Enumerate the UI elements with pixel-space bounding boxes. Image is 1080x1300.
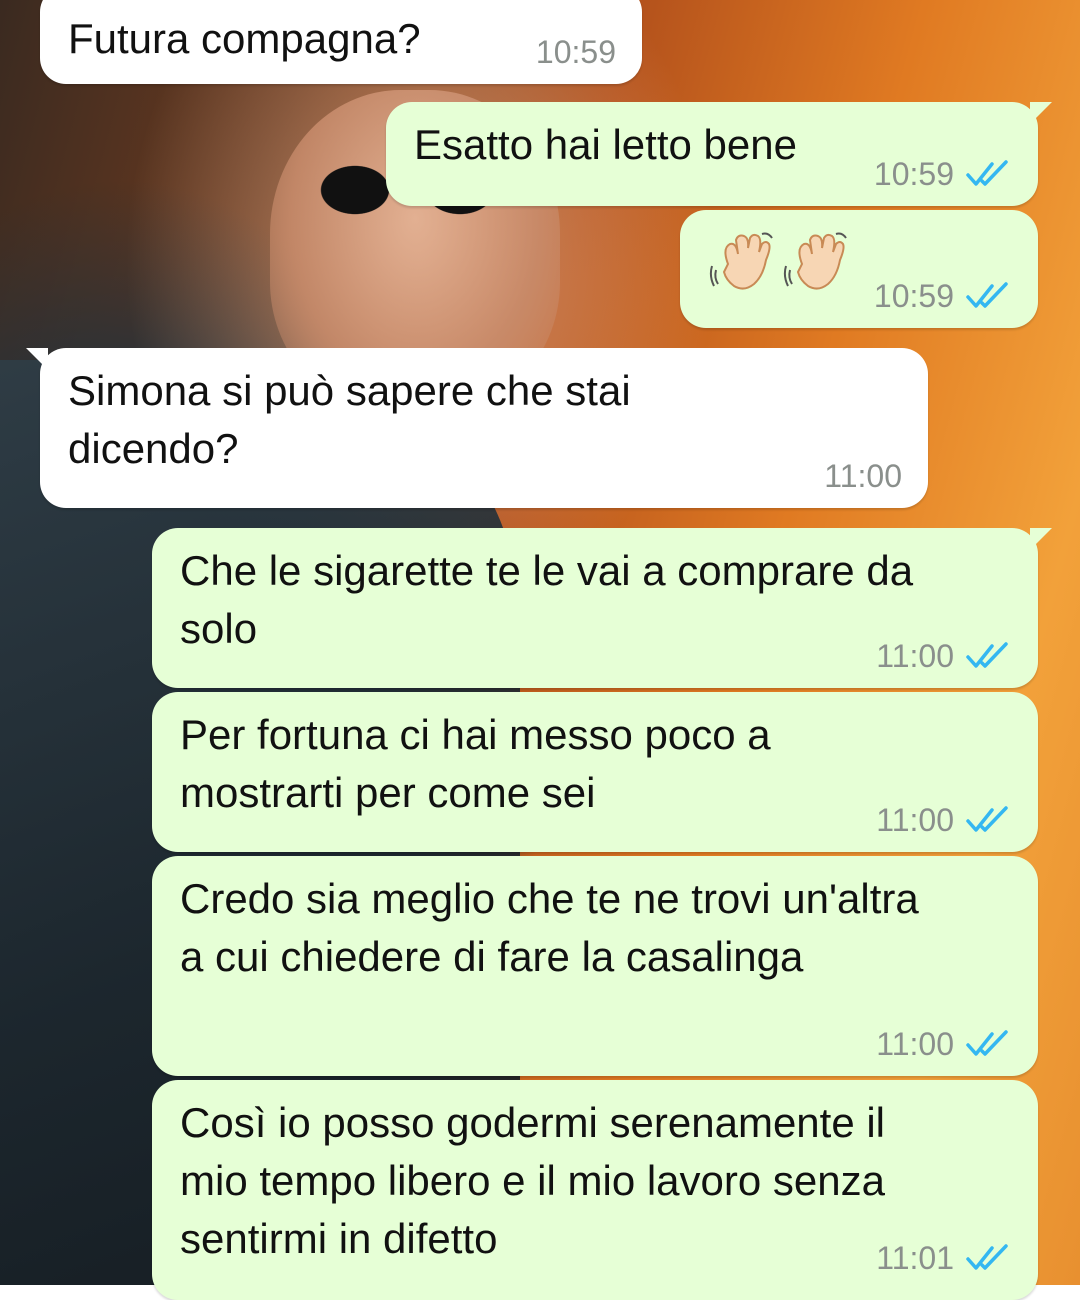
message-meta: 10:59 [536,34,616,70]
bubble-tail [1030,528,1052,550]
double-check-read-icon [966,806,1008,832]
message-time: 11:00 [876,802,954,838]
message-meta: 11:01 [876,1240,1010,1276]
message-text: Simona si può sapere che stai dicendo? [68,367,631,472]
message-meta: 11:00 [876,638,1010,674]
message-outgoing[interactable]: Così io posso godermi serenamente il mio… [152,1080,1038,1300]
message-text: Credo sia meglio che te ne trovi un'altr… [180,875,919,980]
message-outgoing[interactable]: Per fortuna ci hai messo poco a mostrart… [152,692,1038,852]
double-check-read-icon [966,282,1008,308]
double-check-read-icon [966,1244,1008,1270]
message-meta: 10:59 [874,278,1010,314]
message-time: 10:59 [535,34,616,70]
message-incoming[interactable]: Futura compagna? 10:59 [40,0,642,84]
message-meta: 11:00 [824,458,902,494]
message-outgoing[interactable]: Esatto hai letto bene 10:59 [386,102,1052,206]
bubble-tail [26,348,48,370]
waving-hand-icon [783,232,847,290]
message-meta: 11:00 [876,1026,1010,1062]
message-outgoing[interactable]: 10:59 [680,210,1038,328]
message-text: Futura compagna? [68,15,421,62]
double-check-read-icon [966,1030,1008,1056]
bubble-tail [1030,102,1052,124]
message-time: 10:59 [873,156,954,192]
double-check-read-icon [966,642,1008,668]
message-time: 11:01 [876,1240,954,1276]
message-outgoing[interactable]: Che le sigarette te le vai a comprare da… [152,528,1052,688]
message-meta: 10:59 [874,156,1010,192]
waving-hand-icon [709,232,773,290]
message-time: 11:00 [824,458,902,494]
message-time: 11:00 [876,1026,954,1062]
message-meta: 11:00 [876,802,1010,838]
message-outgoing[interactable]: Credo sia meglio che te ne trovi un'altr… [152,856,1038,1076]
message-time: 11:00 [876,638,954,674]
double-check-read-icon [966,160,1008,186]
message-time: 10:59 [873,278,954,314]
message-incoming[interactable]: Simona si può sapere che stai dicendo? 1… [26,348,928,508]
